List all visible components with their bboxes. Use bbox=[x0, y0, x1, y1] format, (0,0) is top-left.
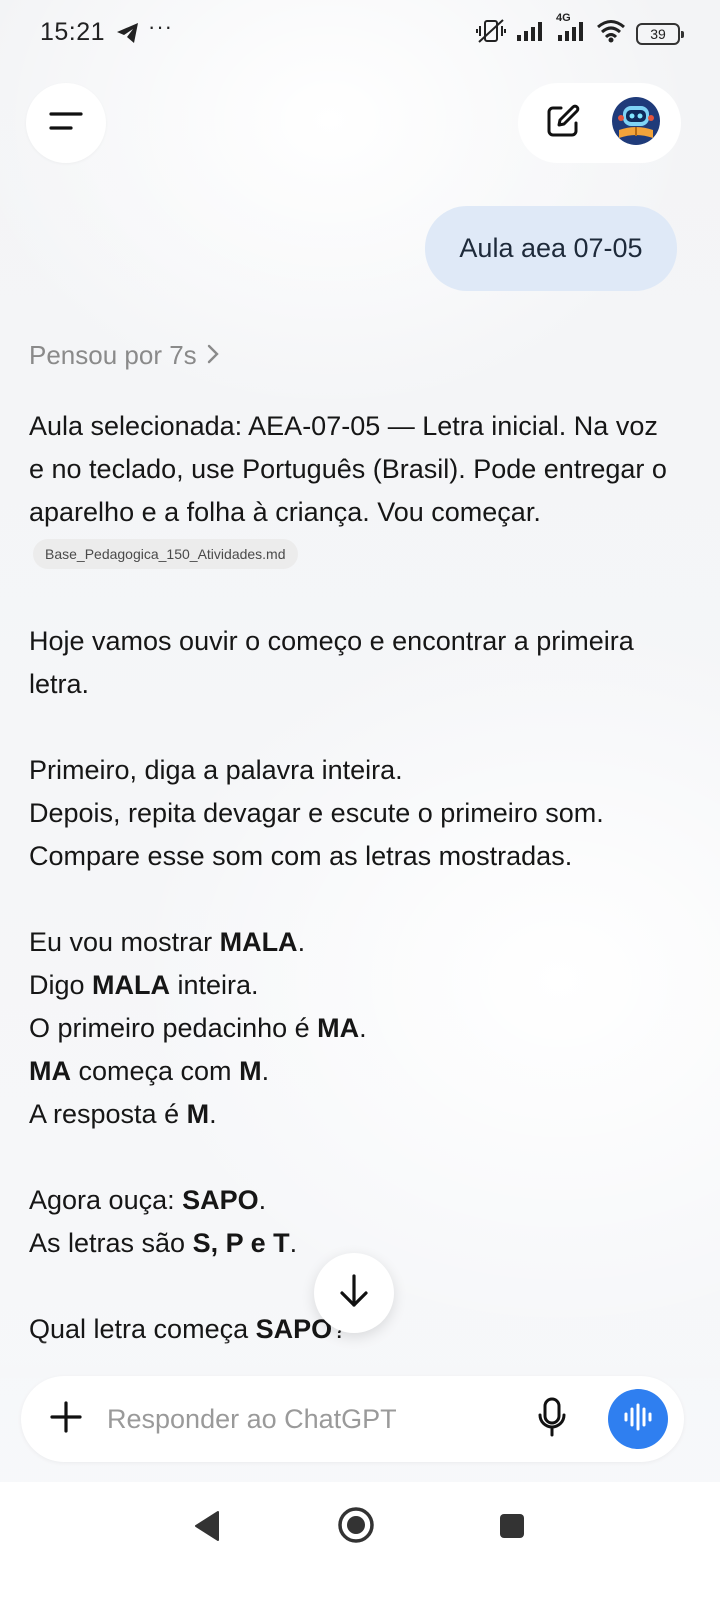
edit-icon bbox=[545, 103, 581, 144]
home-circle-icon bbox=[336, 1505, 376, 1550]
nav-back-button[interactable] bbox=[185, 1506, 229, 1550]
dictate-button[interactable] bbox=[529, 1396, 575, 1442]
arrow-down-icon bbox=[337, 1273, 371, 1314]
message-paragraph: Hoje vamos ouvir o começo e encontrar a … bbox=[29, 620, 679, 706]
waveform-icon bbox=[623, 1403, 653, 1436]
assistant-message: Aula selecionada: AEA-07-05 — Letra inic… bbox=[29, 405, 679, 1394]
custom-gpt-avatar bbox=[611, 96, 661, 151]
menu-button[interactable] bbox=[26, 83, 106, 163]
telegram-icon bbox=[116, 22, 140, 49]
example-line: O primeiro pedacinho é MA. bbox=[29, 1013, 367, 1043]
intro-text: Aula selecionada: AEA-07-05 — Letra inic… bbox=[29, 411, 667, 527]
status-time: 15:21 bbox=[40, 18, 106, 46]
microphone-icon bbox=[537, 1397, 567, 1442]
example-line: Eu vou mostrar MALA. bbox=[29, 927, 306, 957]
step-line: Compare esse som com as letras mostradas… bbox=[29, 841, 573, 871]
gpt-avatar-button[interactable] bbox=[605, 92, 667, 154]
step-line: Depois, repita devagar e escute o primei… bbox=[29, 798, 604, 828]
message-paragraph: Primeiro, diga a palavra inteira. Depois… bbox=[29, 749, 679, 878]
wifi-icon bbox=[596, 19, 626, 48]
message-input[interactable] bbox=[107, 1398, 527, 1440]
more-notifications-icon: ··· bbox=[148, 14, 173, 39]
example-line: A resposta é M. bbox=[29, 1099, 217, 1129]
menu-icon bbox=[49, 108, 83, 139]
message-paragraph: Eu vou mostrar MALA. Digo MALA inteira. … bbox=[29, 921, 679, 1136]
signal-4g-icon: 4G bbox=[554, 12, 586, 47]
battery-indicator: 39 bbox=[636, 22, 684, 45]
composer bbox=[21, 1376, 684, 1462]
voice-mode-button[interactable] bbox=[608, 1389, 668, 1449]
recents-square-icon bbox=[498, 1512, 526, 1545]
message-paragraph: Aula selecionada: AEA-07-05 — Letra inic… bbox=[29, 405, 679, 577]
nav-recents-button[interactable] bbox=[490, 1506, 534, 1550]
scroll-to-bottom-button[interactable] bbox=[314, 1253, 394, 1333]
step-line: Primeiro, diga a palavra inteira. bbox=[29, 755, 403, 785]
composer-fade bbox=[0, 1338, 720, 1378]
intro-goal-text: Hoje vamos ouvir o começo e encontrar a … bbox=[29, 626, 634, 699]
source-citation-chip[interactable]: Base_Pedagogica_150_Atividades.md bbox=[33, 538, 298, 569]
example-line: Digo MALA inteira. bbox=[29, 970, 259, 1000]
status-bar: 15:21 ··· 4G 39 bbox=[0, 0, 720, 68]
example-line: MA começa com M. bbox=[29, 1056, 270, 1086]
system-navigation-bar bbox=[0, 1482, 720, 1600]
user-message-bubble: Aula aea 07-05 bbox=[425, 206, 677, 291]
chevron-right-icon bbox=[207, 340, 219, 371]
new-chat-button[interactable] bbox=[532, 92, 594, 154]
header-actions bbox=[518, 83, 681, 163]
plus-icon bbox=[49, 1400, 83, 1439]
vibrate-off-icon bbox=[476, 18, 506, 49]
thought-label: Pensou por 7s bbox=[29, 340, 197, 370]
nav-home-button[interactable] bbox=[333, 1504, 379, 1550]
status-icons: 4G 39 bbox=[476, 12, 684, 49]
exercise-line: Agora ouça: SAPO. bbox=[29, 1185, 267, 1215]
signal-icon bbox=[516, 20, 544, 47]
thought-toggle[interactable]: Pensou por 7s bbox=[29, 340, 219, 371]
attach-button[interactable] bbox=[43, 1396, 89, 1442]
back-triangle-icon bbox=[192, 1509, 222, 1548]
